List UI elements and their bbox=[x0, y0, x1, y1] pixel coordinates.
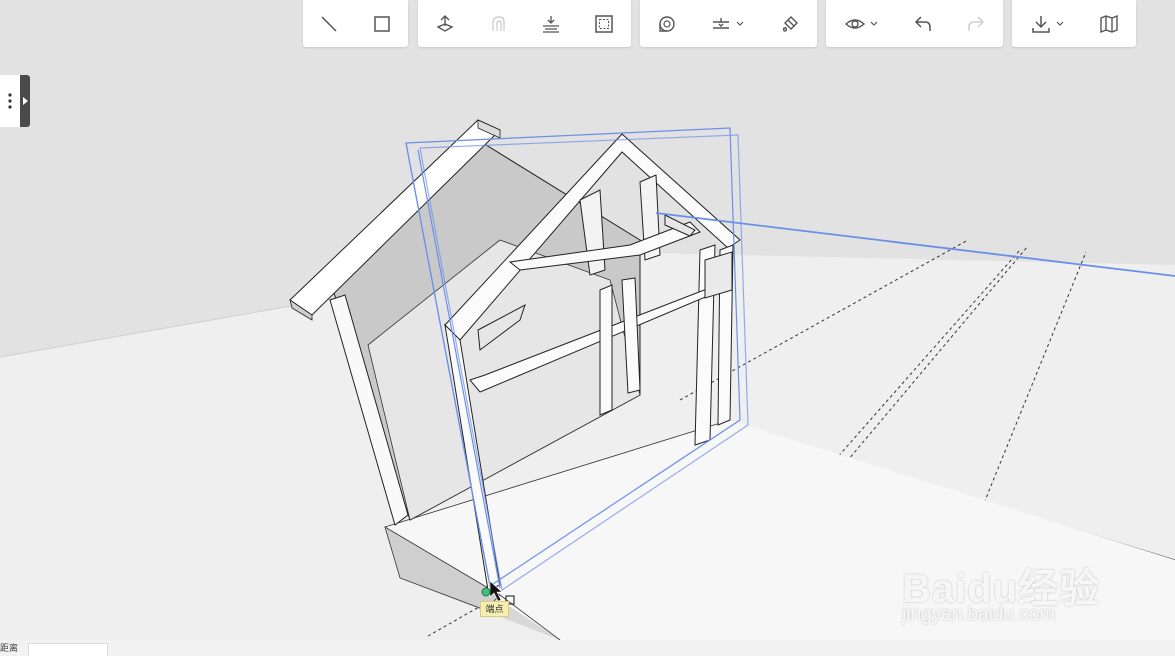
offset-icon bbox=[595, 14, 613, 33]
redo-icon bbox=[968, 15, 985, 31]
redo-button[interactable] bbox=[949, 0, 1003, 47]
chevron-down-icon bbox=[870, 21, 877, 26]
line-tool-button[interactable] bbox=[303, 0, 355, 47]
chevron-right-icon bbox=[20, 75, 30, 127]
tape-measure-icon bbox=[659, 15, 675, 32]
section-plane-icon bbox=[542, 15, 559, 33]
chevron-down-icon bbox=[1056, 21, 1063, 26]
undo-button[interactable] bbox=[896, 0, 949, 47]
side-panel-toggle[interactable] bbox=[0, 75, 30, 127]
offset-tool-button[interactable] bbox=[577, 0, 631, 47]
3d-viewport[interactable] bbox=[0, 0, 1175, 656]
measurement-bar: 距离 bbox=[0, 640, 1175, 656]
push-pull-tool-button[interactable] bbox=[418, 0, 471, 47]
toolbar-group-modify bbox=[418, 0, 631, 47]
paint-bucket-icon bbox=[782, 15, 798, 32]
toolbar-group-draw bbox=[303, 0, 408, 47]
toolbar-group-export bbox=[1012, 0, 1136, 47]
measurement-label: 距离 bbox=[0, 643, 19, 653]
measurement-input[interactable] bbox=[28, 643, 108, 656]
tape-measure-tool-button[interactable] bbox=[640, 0, 692, 47]
undo-icon bbox=[914, 15, 931, 31]
rectangle-icon bbox=[373, 15, 390, 32]
map-icon bbox=[1100, 14, 1118, 33]
download-icon bbox=[1031, 15, 1050, 33]
push-pull-icon bbox=[435, 14, 454, 32]
follow-me-tool-button[interactable] bbox=[471, 0, 524, 47]
paint-bucket-tool-button[interactable] bbox=[762, 0, 817, 47]
line-icon bbox=[321, 15, 337, 32]
view-options-button[interactable] bbox=[826, 0, 896, 47]
eye-icon bbox=[844, 18, 865, 29]
section-plane-tool-button[interactable] bbox=[524, 0, 577, 47]
download-button[interactable] bbox=[1012, 0, 1082, 47]
toolbar-group-view bbox=[826, 0, 1003, 47]
rectangle-tool-button[interactable] bbox=[355, 0, 408, 47]
align-tool-button[interactable] bbox=[692, 0, 762, 47]
follow-me-icon bbox=[491, 15, 505, 31]
map-button[interactable] bbox=[1082, 0, 1136, 47]
toolbar-group-construct bbox=[640, 0, 817, 47]
align-icon bbox=[712, 17, 729, 29]
snap-tooltip: 端点 bbox=[480, 601, 509, 617]
menu-dots-icon bbox=[0, 75, 20, 127]
chevron-down-icon bbox=[736, 21, 743, 26]
